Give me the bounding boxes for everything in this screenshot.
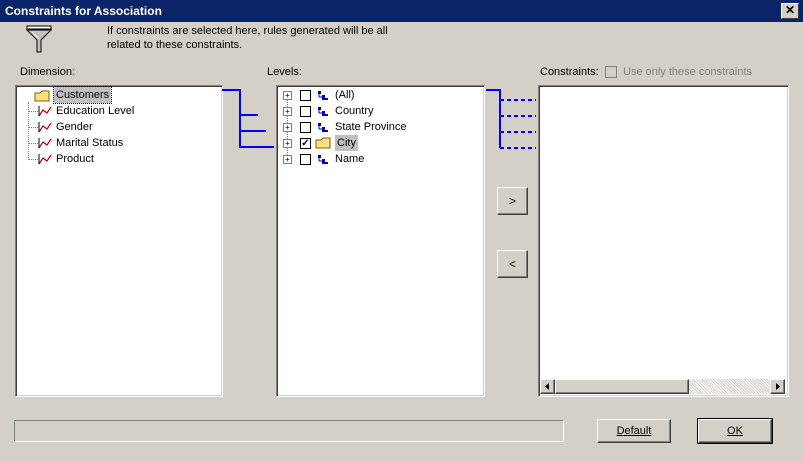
level-checkbox[interactable] bbox=[300, 90, 311, 101]
levels-constraints-connector bbox=[486, 89, 536, 149]
level-checkbox-checked[interactable]: ✓ bbox=[300, 138, 311, 149]
expand-icon[interactable]: + bbox=[283, 107, 292, 116]
measure-icon bbox=[38, 106, 52, 117]
level-label: (All) bbox=[335, 89, 355, 101]
scroll-right-button[interactable] bbox=[770, 379, 785, 394]
info-text-line1: If constraints are selected here, rules … bbox=[107, 25, 388, 37]
level-label: Name bbox=[335, 153, 365, 165]
levels-label: Levels: bbox=[267, 66, 302, 78]
dimension-levels-connector bbox=[222, 89, 274, 148]
dimension-item-label: Marital Status bbox=[56, 137, 124, 149]
ok-button[interactable]: OK bbox=[697, 418, 773, 444]
level-label: City bbox=[335, 135, 358, 151]
level-icon bbox=[318, 155, 328, 164]
folder-icon bbox=[315, 137, 331, 149]
measure-icon bbox=[38, 154, 52, 165]
scroll-thumb[interactable] bbox=[555, 379, 689, 394]
default-button[interactable]: Default bbox=[597, 419, 671, 443]
scroll-left-button[interactable] bbox=[540, 379, 555, 394]
remove-constraint-button[interactable]: < bbox=[497, 250, 528, 278]
level-item-city[interactable]: + ✓ City bbox=[281, 135, 481, 151]
level-icon bbox=[318, 91, 328, 100]
level-label: Country bbox=[335, 105, 374, 117]
tree-line bbox=[28, 159, 38, 160]
dimension-item-label: Education Level bbox=[56, 105, 135, 117]
progress-bar bbox=[14, 420, 564, 442]
dimension-item-label: Gender bbox=[56, 121, 93, 133]
folder-icon bbox=[34, 90, 50, 102]
tree-line bbox=[28, 127, 38, 128]
tree-line bbox=[28, 111, 38, 112]
dimension-label: Dimension: bbox=[20, 66, 76, 78]
measure-icon bbox=[38, 122, 52, 133]
close-button[interactable]: ✕ bbox=[781, 3, 799, 19]
add-constraint-button[interactable]: > bbox=[497, 187, 528, 215]
level-item-state-province[interactable]: + State Province bbox=[281, 119, 481, 135]
level-checkbox[interactable] bbox=[300, 106, 311, 117]
default-button-label: Default bbox=[616, 425, 652, 437]
window-title: Constraints for Association bbox=[5, 4, 162, 18]
expand-icon[interactable]: + bbox=[283, 123, 292, 132]
level-label: State Province bbox=[335, 121, 407, 133]
level-icon bbox=[318, 123, 328, 132]
dimension-root-label: Customers bbox=[52, 86, 113, 104]
close-icon: ✕ bbox=[784, 3, 796, 17]
levels-tree[interactable]: + (All) + Country + State Province + ✓ C… bbox=[276, 85, 485, 397]
use-only-constraints-label: Use only these constraints bbox=[623, 66, 753, 78]
measure-icon bbox=[38, 138, 52, 149]
ok-button-label: OK bbox=[727, 425, 743, 437]
level-checkbox[interactable] bbox=[300, 154, 311, 165]
expand-icon[interactable]: + bbox=[283, 155, 292, 164]
tree-line bbox=[28, 143, 38, 144]
horizontal-scrollbar[interactable] bbox=[540, 379, 785, 394]
scroll-track[interactable] bbox=[689, 379, 770, 394]
dimension-tree[interactable]: Customers Education Level Gender Marital… bbox=[15, 85, 223, 397]
constraints-list[interactable] bbox=[538, 85, 789, 397]
info-text-line2: related to these constraints. bbox=[107, 39, 243, 51]
level-item-country[interactable]: + Country bbox=[281, 103, 481, 119]
dimension-item-label: Product bbox=[56, 153, 94, 165]
level-item-all[interactable]: + (All) bbox=[281, 87, 481, 103]
scroll-left-icon bbox=[545, 383, 549, 390]
level-icon bbox=[318, 107, 328, 116]
level-item-name[interactable]: + Name bbox=[281, 151, 481, 167]
expand-icon[interactable]: + bbox=[283, 91, 292, 100]
expand-icon[interactable]: + bbox=[283, 139, 292, 148]
level-checkbox[interactable] bbox=[300, 122, 311, 133]
use-only-constraints-checkbox[interactable] bbox=[605, 66, 617, 78]
filter-funnel-icon bbox=[25, 25, 53, 53]
scroll-right-icon bbox=[776, 383, 780, 390]
constraints-label: Constraints: bbox=[540, 66, 599, 78]
